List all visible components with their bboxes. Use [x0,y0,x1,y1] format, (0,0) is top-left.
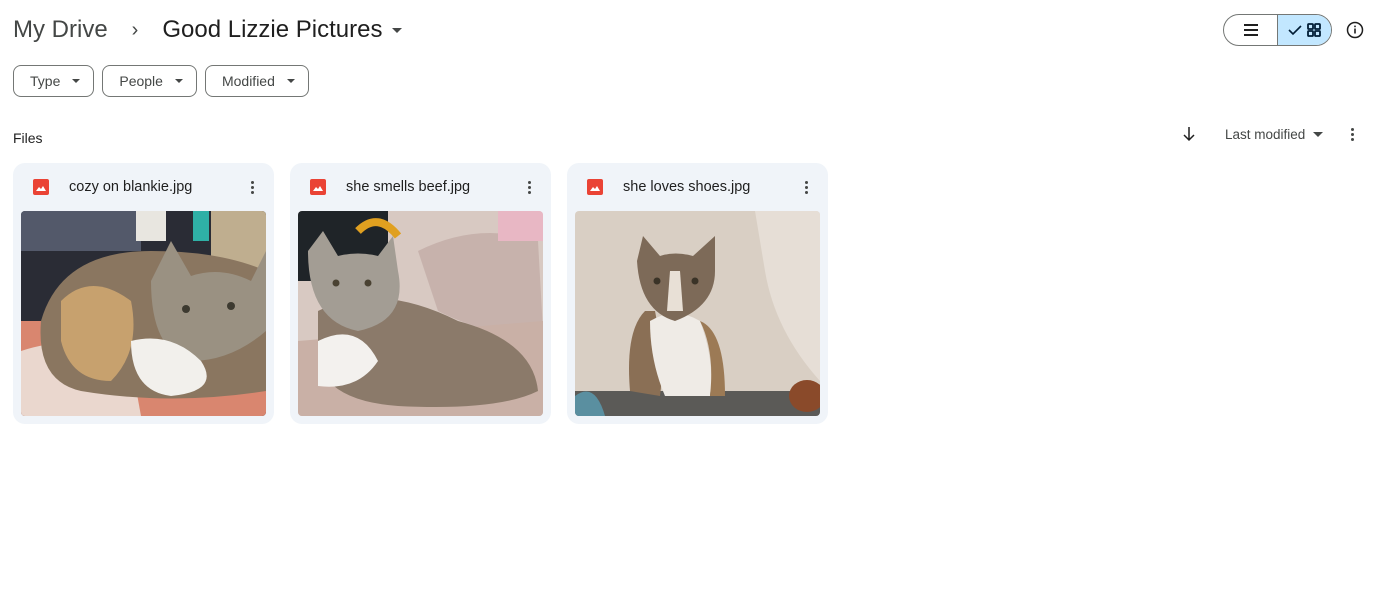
sort-field-label: Last modified [1225,126,1306,142]
file-more-button[interactable] [240,180,264,194]
file-more-button[interactable] [794,180,818,194]
caret-down-icon [392,27,403,33]
list-icon [1243,24,1258,36]
breadcrumb: My Drive › Good Lizzie Pictures [13,12,403,48]
more-vert-icon [1351,127,1355,141]
sort-bar: Last modified [1178,123,1355,145]
sort-direction-button[interactable] [1178,126,1200,142]
file-more-button[interactable] [517,180,541,194]
file-card[interactable]: cozy on blankie.jpg [13,163,274,424]
view-toggle [1223,14,1332,46]
list-view-button[interactable] [1224,15,1278,45]
folder-title: Good Lizzie Pictures [162,16,383,43]
caret-down-icon [286,79,295,83]
caret-down-icon [72,79,81,83]
more-vert-icon [804,180,808,194]
caret-down-icon [174,79,183,83]
more-vert-icon [250,180,254,194]
grid-icon [1307,23,1321,37]
grid-view-button[interactable] [1278,15,1331,45]
image-file-icon [310,179,326,195]
file-card-header: cozy on blankie.jpg [13,163,274,211]
file-thumbnail [21,211,266,416]
file-card-header: she smells beef.jpg [290,163,551,211]
info-icon [1346,21,1364,39]
filter-people[interactable]: People [102,65,197,97]
file-card[interactable]: she loves shoes.jpg [567,163,828,424]
section-title: Files [13,130,43,146]
details-button[interactable] [1345,20,1365,40]
file-card[interactable]: she smells beef.jpg [290,163,551,424]
file-name: she loves shoes.jpg [623,179,751,195]
breadcrumb-my-drive[interactable]: My Drive [13,16,108,44]
filter-type[interactable]: Type [13,65,95,97]
more-options-button[interactable] [1351,127,1355,141]
check-icon [1288,25,1302,36]
filter-type-label: Type [30,73,61,89]
more-vert-icon [527,180,531,194]
caret-down-icon [1313,131,1324,137]
file-grid: cozy on blankie.jpg she smells beef.jpg … [13,163,828,424]
image-file-icon [33,179,49,195]
sort-field-dropdown[interactable]: Last modified [1225,126,1324,142]
filter-bar: Type People Modified [13,65,309,97]
breadcrumb-current-folder[interactable]: Good Lizzie Pictures [162,16,403,44]
file-thumbnail [298,211,543,416]
arrow-down-icon [1183,127,1195,142]
image-file-icon [587,179,603,195]
file-name: she smells beef.jpg [346,179,471,195]
file-name: cozy on blankie.jpg [69,179,193,195]
filter-modified[interactable]: Modified [204,65,309,97]
filter-people-label: People [119,73,163,89]
file-thumbnail [575,211,820,416]
file-card-header: she loves shoes.jpg [567,163,828,211]
breadcrumb-separator: › [131,18,139,41]
filter-modified-label: Modified [221,73,275,89]
